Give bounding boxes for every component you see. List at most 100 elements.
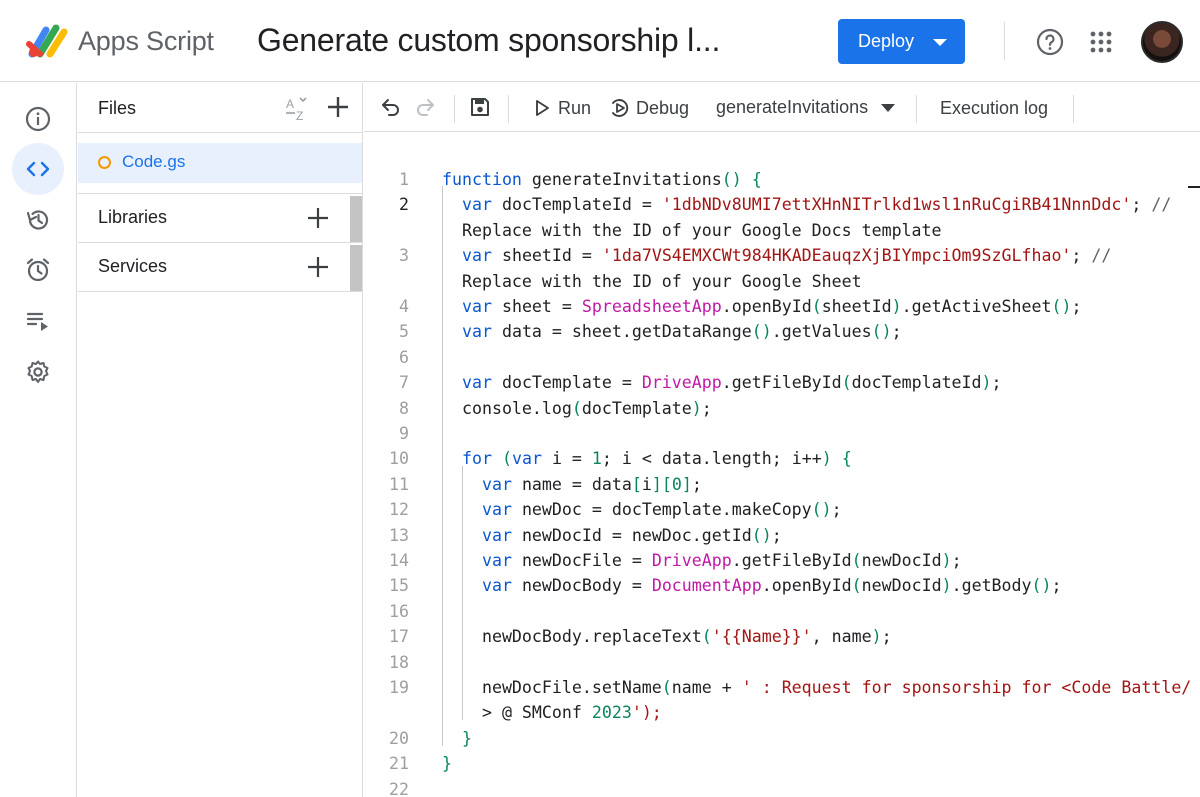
history-icon <box>26 210 49 230</box>
code-line[interactable]: 7 var docTemplate = DriveApp.getFileById… <box>364 370 1200 395</box>
code-line[interactable]: 3 var sheetId = '1da7VS4EMXCWt984HKADEau… <box>364 243 1200 268</box>
svg-text:A: A <box>286 97 294 111</box>
code-editor[interactable]: 1 function generateInvitations() { 2 var d… <box>364 133 1200 797</box>
sort-alphabetical-icon[interactable]: A Z <box>283 95 311 123</box>
line-number: 13 <box>389 525 409 545</box>
code-text: function generateInvitations() { <box>442 170 762 189</box>
header-divider <box>1004 22 1005 60</box>
rail-item-executions[interactable] <box>12 295 64 347</box>
code-line[interactable]: 10 for (var i = 1; i < data.length; i++)… <box>364 446 1200 471</box>
add-library-plus-icon[interactable] <box>306 206 330 230</box>
line-number: 6 <box>399 347 409 367</box>
code-text: > @ SMConf 2023'); <box>442 703 662 723</box>
redo-icon[interactable] <box>414 96 436 118</box>
code-text: } <box>442 754 452 774</box>
line-number: 12 <box>389 500 409 520</box>
debug-button[interactable]: Debug <box>610 96 689 120</box>
line-number: 16 <box>389 601 409 621</box>
code-line[interactable]: 15 var newDocBody = DocumentApp.openById… <box>364 573 1200 598</box>
deploy-button[interactable]: Deploy <box>838 19 965 64</box>
undo-icon[interactable] <box>380 96 402 118</box>
code-text: var docTemplateId = '1dbNDv8UMI7ettXHnNI… <box>461 195 1172 215</box>
code-text: newDocBody.replaceText('{{Name}}', name)… <box>442 627 892 647</box>
code-line[interactable]: 22 <box>364 777 1200 797</box>
line-number: 7 <box>399 373 409 393</box>
unsaved-dot-icon <box>98 156 111 169</box>
app-name[interactable]: Apps Script <box>78 26 214 57</box>
services-section[interactable]: Services <box>78 242 363 291</box>
code-line[interactable]: 14 var newDocFile = DriveApp.getFileById… <box>364 548 1200 573</box>
execution-log-button[interactable]: Execution log <box>940 96 1048 120</box>
code-line[interactable]: 11 var name = data[i][0]; <box>364 472 1200 497</box>
toolbar-divider <box>1073 95 1074 123</box>
libraries-section[interactable]: Libraries <box>78 193 363 242</box>
alarm-clock-icon <box>26 258 50 282</box>
code-line[interactable]: Replace with the ID of your Google Docs … <box>364 218 1200 243</box>
line-number: 1 <box>399 170 409 189</box>
top-app-bar: Apps Script Generate custom sponsorship … <box>0 0 1200 82</box>
function-select-value: generateInvitations <box>716 97 869 117</box>
code-line[interactable]: 21} <box>364 751 1200 776</box>
dropdown-arrow-icon <box>881 104 896 113</box>
run-label: Run <box>558 97 592 118</box>
play-icon <box>536 100 549 116</box>
toolbar-divider <box>508 95 509 123</box>
code-line[interactable]: 4 var sheet = SpreadsheetApp.openById(sh… <box>364 294 1200 319</box>
code-line[interactable]: 18 <box>364 650 1200 675</box>
file-item-code-gs[interactable]: Code.gs <box>78 143 362 183</box>
file-name: Code.gs <box>122 152 186 171</box>
chevron-down-icon <box>933 39 947 46</box>
project-title[interactable]: Generate custom sponsorship l... <box>257 22 720 59</box>
run-button[interactable]: Run <box>532 96 591 120</box>
add-file-plus-icon[interactable] <box>326 95 350 119</box>
code-line[interactable]: 5 var data = sheet.getDataRange().getVal… <box>364 319 1200 344</box>
list-play-icon <box>26 312 48 331</box>
code-text: var sheetId = '1da7VS4EMXCWt984HKADEauqz… <box>461 246 1112 266</box>
code-line[interactable]: 16 <box>364 599 1200 624</box>
code-line[interactable]: 13 var newDocId = newDoc.getId(); <box>364 523 1200 548</box>
code-line[interactable]: > @ SMConf 2023'); <box>364 700 1200 725</box>
code-line[interactable]: 19 newDocFile.setName(name + ' : Request… <box>364 675 1200 700</box>
code-line[interactable]: 6 <box>364 345 1200 370</box>
left-navigation-rail <box>0 83 77 797</box>
rail-item-project-settings[interactable] <box>12 346 64 398</box>
line-number: 2 <box>399 195 409 215</box>
line-number: 20 <box>389 728 409 748</box>
line-number: 17 <box>389 627 409 647</box>
code-line[interactable]: 17 newDocBody.replaceText('{{Name}}', na… <box>364 624 1200 649</box>
toolbar-divider <box>916 95 917 123</box>
panel-scrollbar[interactable] <box>350 245 362 291</box>
code-text: var newDocFile = DriveApp.getFileById(ne… <box>481 551 962 570</box>
rail-item-overview[interactable] <box>12 93 64 145</box>
deploy-button-label: Deploy <box>858 31 915 51</box>
code-line[interactable]: 1 function generateInvitations() { <box>364 167 1200 192</box>
add-service-plus-icon[interactable] <box>306 255 330 279</box>
code-line[interactable]: 20 } <box>364 726 1200 751</box>
editor-toolbar: Run Debug generateInvitations Execution … <box>364 83 1200 132</box>
code-line[interactable]: 9 <box>364 421 1200 446</box>
save-icon[interactable] <box>469 96 491 118</box>
rail-item-project-history[interactable] <box>12 194 64 246</box>
toolbar-divider <box>454 95 455 123</box>
line-number: 8 <box>399 398 409 418</box>
function-select-dropdown[interactable]: generateInvitations <box>716 97 896 118</box>
rail-item-editor[interactable] <box>12 143 64 195</box>
code-text: console.log(docTemplate); <box>442 398 712 418</box>
debug-label: Debug <box>636 97 690 118</box>
files-panel: Files A Z Code.gs Libraries Services <box>78 83 363 797</box>
code-line[interactable]: 12 var newDoc = docTemplate.makeCopy(); <box>364 497 1200 522</box>
account-avatar[interactable] <box>1141 21 1183 63</box>
panel-scrollbar[interactable] <box>350 196 362 242</box>
line-number: 15 <box>389 576 409 596</box>
help-circle-icon[interactable] <box>1036 28 1064 56</box>
code-line[interactable]: 2 var docTemplateId = '1dbNDv8UMI7ettXHn… <box>364 192 1200 217</box>
code-text: newDocFile.setName(name + ' : Request fo… <box>442 678 1192 697</box>
google-apps-grid-icon[interactable] <box>1089 30 1113 54</box>
code-text: var docTemplate = DriveApp.getFileById(d… <box>461 373 1002 393</box>
code-line[interactable]: Replace with the ID of your Google Sheet <box>364 269 1200 294</box>
apps-script-logo-icon[interactable] <box>26 24 70 58</box>
rail-item-triggers[interactable] <box>12 244 64 296</box>
line-number: 19 <box>389 678 409 697</box>
code-line[interactable]: 8 console.log(docTemplate); <box>364 396 1200 421</box>
line-number: 5 <box>399 322 409 342</box>
